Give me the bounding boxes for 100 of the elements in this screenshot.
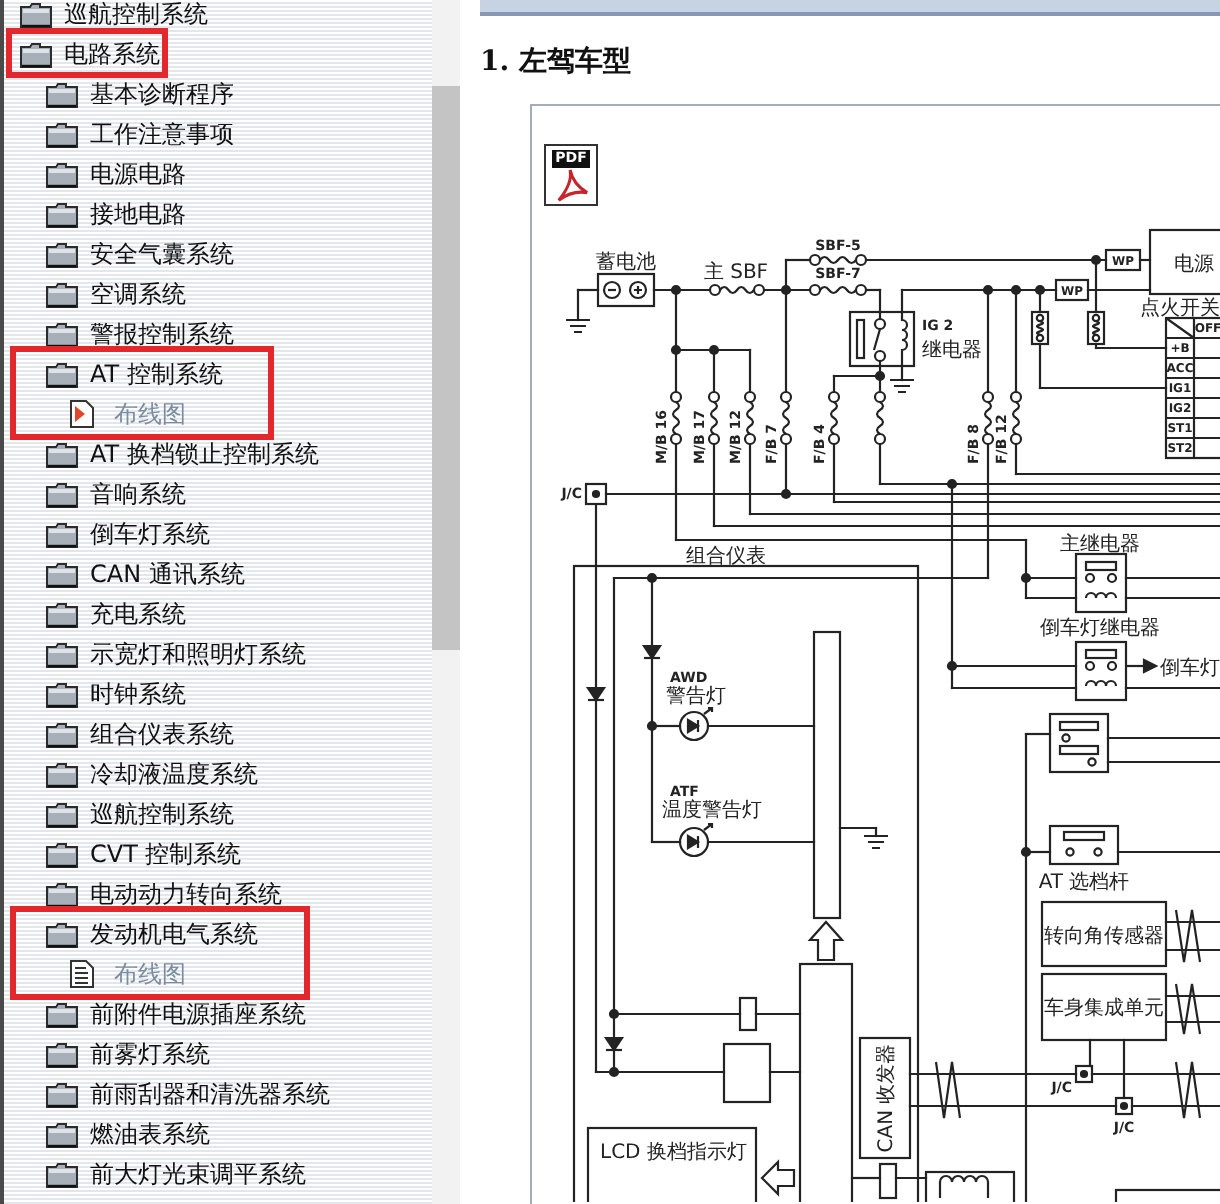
connector-box — [1104, 248, 1142, 272]
tree-item[interactable]: 示宽灯和照明灯系统 — [46, 634, 306, 674]
ground-symbol — [888, 378, 916, 394]
wire — [706, 840, 816, 844]
tree-item[interactable]: 警报控制系统 — [46, 314, 234, 354]
tree-item[interactable]: 电源电路 — [46, 154, 186, 194]
tree-item[interactable]: 工作注意事项 — [46, 114, 234, 154]
diode-symbol — [585, 686, 607, 702]
fuse-symbol — [707, 390, 721, 446]
fuse-symbol — [708, 283, 766, 297]
junction-dot — [946, 478, 958, 490]
tree-item[interactable]: CVT 控制系统 — [46, 834, 242, 874]
folder-icon — [20, 1, 52, 27]
folder-icon — [46, 561, 78, 587]
wire — [754, 1012, 802, 1016]
wire — [1164, 1020, 1220, 1024]
wire — [1164, 994, 1220, 998]
wire — [706, 724, 816, 728]
left-arrow-icon — [760, 1159, 796, 1197]
folder-icon — [46, 921, 78, 947]
tree-item[interactable]: 前雨刮器和清洗器系统 — [46, 1074, 330, 1114]
tree-item[interactable]: 音响系统 — [46, 474, 186, 514]
fuse-symbol — [827, 390, 841, 446]
component-label: AT 选档杆 — [1038, 872, 1130, 894]
component-label: 继电器 — [922, 340, 982, 362]
sensor-box — [1040, 900, 1168, 968]
folder-icon — [46, 1161, 78, 1187]
twisted-pair-symbol — [1174, 1060, 1202, 1120]
folder-icon — [46, 281, 78, 307]
tree-item[interactable]: 前附件电源插座系统 — [46, 994, 306, 1034]
wire — [900, 364, 904, 382]
tree-item[interactable]: 巡航控制系统 — [46, 794, 234, 834]
component-label: 转向角传感器 — [1044, 926, 1164, 948]
junction-dot — [1034, 284, 1046, 296]
fuse-symbol — [1086, 310, 1106, 346]
connector-box — [584, 482, 608, 506]
wire — [1164, 920, 1220, 924]
tree-item[interactable]: CAN 通讯系统 — [46, 554, 245, 594]
tree-item[interactable]: 空调系统 — [46, 274, 186, 314]
up-arrow-icon — [807, 920, 845, 962]
component-label: 车身集成单元 — [1044, 998, 1164, 1020]
tree-item[interactable]: 前雾灯系统 — [46, 1034, 210, 1074]
fuse-symbol — [1009, 390, 1023, 446]
scrollbar-thumb[interactable] — [432, 86, 460, 650]
tree-item[interactable]: 组合仪表系统 — [46, 714, 234, 754]
wire — [1106, 736, 1220, 740]
wire — [768, 1070, 802, 1074]
junction-dot — [1010, 284, 1022, 296]
junction-dot — [646, 572, 658, 584]
folder-icon — [20, 41, 52, 67]
folder-icon — [46, 241, 78, 267]
component-label: 点火开关 — [1140, 298, 1220, 320]
tree-item[interactable]: 燃油表系统 — [46, 1114, 210, 1154]
tree-item[interactable]: 前大灯光束调平系统 — [46, 1154, 306, 1194]
tree-item[interactable]: 接地电路 — [46, 194, 186, 234]
fuse-symbol — [743, 390, 757, 446]
junction-dot — [946, 660, 958, 672]
page-arrow-icon — [70, 400, 94, 428]
connector-box — [1074, 1064, 1094, 1084]
tree-item[interactable]: 发动机电气系统 — [46, 914, 258, 954]
folder-icon — [46, 81, 78, 107]
fuse-label: 主 SBF — [703, 262, 769, 284]
component-box — [1114, 1188, 1220, 1202]
wire — [1124, 596, 1220, 600]
fuse-symbol — [808, 253, 868, 267]
component-label: 倒车灯 — [1160, 658, 1220, 680]
tree-item[interactable]: 电动动力转向系统 — [46, 874, 282, 914]
component-label: 蓄电池 — [596, 252, 656, 274]
folder-icon — [46, 841, 78, 867]
tree-item[interactable]: 冷却液温度系统 — [46, 754, 258, 794]
component-label: 组合仪表 — [686, 546, 766, 568]
fuse-symbol — [779, 390, 793, 446]
junction-dot — [982, 284, 994, 296]
control-unit-box — [1040, 972, 1168, 1042]
wire — [1106, 760, 1220, 764]
tree-item[interactable]: AT 控制系统 — [46, 354, 223, 394]
folder-icon — [46, 881, 78, 907]
fuse-symbol — [808, 283, 868, 297]
twisted-pair-symbol — [1174, 982, 1202, 1036]
led-symbol — [678, 706, 714, 742]
tree-item[interactable]: 巡航控制系统 — [20, 0, 208, 34]
section-heading: 1. 左驾车型 — [480, 44, 631, 80]
battery-symbol — [596, 272, 656, 308]
tree-item[interactable]: AT 换档锁止控制系统 — [46, 434, 319, 474]
relay-symbol — [1074, 552, 1128, 614]
component-label: 温度警告灯 — [662, 800, 762, 822]
tree-item[interactable]: 安全气囊系统 — [46, 234, 234, 274]
folder-icon — [46, 1121, 78, 1147]
tree-item[interactable]: 基本诊断程序 — [46, 74, 234, 114]
tree-item[interactable]: 时钟系统 — [46, 674, 186, 714]
folder-icon — [46, 1001, 78, 1027]
fuse-symbol — [981, 390, 995, 446]
tree-item[interactable]: 电路系统 — [20, 34, 160, 74]
wire — [1088, 1038, 1092, 1068]
tree-item[interactable]: 倒车灯系统 — [46, 514, 210, 554]
scrollbar-track[interactable] — [432, 0, 460, 1204]
tree-item[interactable]: 充电系统 — [46, 594, 186, 634]
junction-dot — [780, 488, 792, 500]
folder-icon — [46, 641, 78, 667]
folder-icon — [46, 481, 78, 507]
